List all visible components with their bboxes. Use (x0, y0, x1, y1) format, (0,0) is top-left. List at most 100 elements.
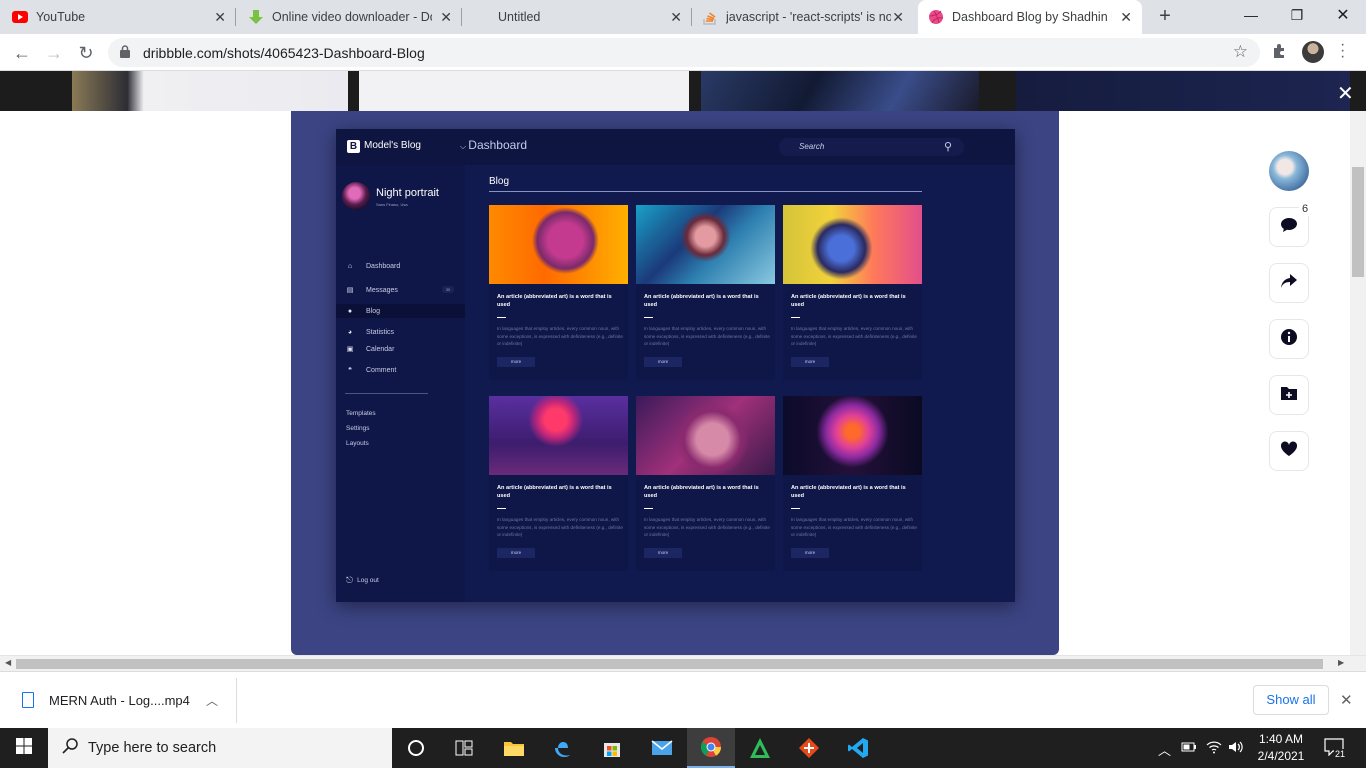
tray-chevron-up-icon[interactable]: ︿ (1158, 740, 1171, 759)
back-button[interactable]: ← (11, 42, 33, 64)
sidebar-item-dashboard[interactable]: ⌂ Dashboard (336, 259, 465, 273)
more-button[interactable]: more (644, 548, 682, 558)
restore-button[interactable]: ❐ (1274, 0, 1320, 30)
share-button[interactable] (1269, 263, 1309, 303)
chrome-icon[interactable] (687, 728, 735, 768)
close-window-button[interactable]: ✕ (1320, 0, 1366, 30)
save-to-collection-button[interactable] (1269, 375, 1309, 415)
share-icon (1280, 273, 1298, 294)
page-viewport: ✕ B Model's Blog ⌵ Dashboard Search ⚲ Ni… (0, 71, 1366, 655)
minimize-button[interactable]: — (1228, 0, 1274, 30)
task-view-icon[interactable] (440, 728, 488, 768)
tab-stackoverflow[interactable]: javascript - 'react-scripts' is not ✕ (702, 0, 914, 34)
vertical-scrollbar[interactable] (1350, 111, 1366, 655)
card-body: In languages that employ articles, every… (497, 517, 623, 537)
store-icon[interactable] (588, 728, 636, 768)
info-button[interactable] (1269, 319, 1309, 359)
message-icon: ▤ (346, 287, 354, 294)
dashboard-mockup: B Model's Blog ⌵ Dashboard Search ⚲ Nigh… (336, 129, 1015, 602)
battery-icon[interactable] (1181, 740, 1197, 755)
git-client-icon[interactable] (785, 728, 833, 768)
card-title: An article (abbreviated art) is a word t… (791, 485, 906, 499)
sidebar-item-blog[interactable]: ● Blog (336, 304, 465, 318)
profile-avatar (342, 182, 370, 210)
tab-youtube[interactable]: YouTube ✕ (12, 0, 236, 34)
card-body: In languages that employ articles, every… (791, 326, 917, 346)
more-button[interactable]: more (644, 357, 682, 367)
close-tab-icon[interactable]: ✕ (214, 9, 226, 26)
close-overlay-icon[interactable]: ✕ (1337, 81, 1354, 106)
tab-dribbble[interactable]: Dashboard Blog by Shadhin la ✕ (918, 0, 1142, 34)
blog-card: An article (abbreviated art) is a word t… (489, 396, 628, 571)
sidebar-item-comment[interactable]: ❝ Comment (336, 363, 465, 377)
blog-card: An article (abbreviated art) is a word t… (783, 205, 922, 380)
vscode-icon[interactable] (834, 728, 882, 768)
chevron-up-icon[interactable]: ︿ (206, 692, 218, 709)
background-shots: ✕ (0, 71, 1366, 111)
forward-button[interactable]: → (43, 42, 65, 64)
scroll-right-arrow-icon[interactable]: ▶ (1338, 658, 1344, 667)
taskbar-search-placeholder: Type here to search (88, 740, 217, 756)
browser-toolbar: ← → ↻ dribbble.com/shots/4065423-Dashboa… (0, 34, 1366, 71)
address-bar[interactable]: dribbble.com/shots/4065423-Dashboard-Blo… (108, 38, 1260, 67)
volume-icon[interactable] (1228, 740, 1244, 757)
new-tab-button[interactable]: + (1155, 5, 1175, 28)
link-templates[interactable]: Templates (346, 410, 376, 417)
menu-icon[interactable]: · · · (1340, 37, 1345, 65)
bookmark-star-icon[interactable]: ☆ (1233, 42, 1248, 62)
tab-untitled[interactable]: Untitled ✕ (474, 0, 692, 34)
dashboard-title[interactable]: ⌵ Dashboard (460, 138, 527, 152)
scrollbar-thumb[interactable] (1352, 167, 1364, 277)
card-image (489, 205, 628, 284)
mail-icon[interactable] (638, 728, 686, 768)
dashboard-search[interactable]: Search ⚲ (779, 138, 964, 156)
start-button[interactable] (0, 728, 48, 768)
scroll-left-arrow-icon[interactable]: ◀ (5, 658, 11, 667)
blog-card: An article (abbreviated art) is a word t… (489, 205, 628, 380)
dashboard-header: B Model's Blog ⌵ Dashboard Search ⚲ (336, 129, 1015, 165)
extensions-icon[interactable] (1271, 43, 1287, 64)
cortana-icon[interactable] (392, 728, 440, 768)
show-all-button[interactable]: Show all (1253, 685, 1329, 715)
close-download-bar-icon[interactable]: ✕ (1340, 691, 1353, 709)
profile-avatar[interactable] (1302, 41, 1324, 63)
logout-button[interactable]: ⎋ Log out (346, 575, 379, 586)
close-tab-icon[interactable]: ✕ (1120, 9, 1132, 26)
close-tab-icon[interactable]: ✕ (892, 9, 904, 26)
card-title: An article (abbreviated art) is a word t… (497, 485, 612, 499)
more-button[interactable]: more (791, 357, 829, 367)
home-icon: ⌂ (347, 262, 353, 270)
more-button[interactable]: more (497, 548, 535, 558)
sidebar-item-messages[interactable]: ▤ Messages 30 (336, 283, 465, 297)
search-placeholder: Search (799, 142, 825, 151)
close-tab-icon[interactable]: ✕ (670, 9, 682, 26)
file-explorer-icon[interactable] (490, 728, 538, 768)
link-settings[interactable]: Settings (346, 425, 370, 432)
edge-icon[interactable] (540, 728, 588, 768)
sidebar-item-label: Messages (366, 286, 398, 294)
horizontal-scrollbar[interactable]: ◀ ▶ (0, 655, 1366, 671)
more-button[interactable]: more (497, 357, 535, 367)
tab-downloader[interactable]: Online video downloader - Do ✕ (248, 0, 462, 34)
like-button[interactable] (1269, 431, 1309, 471)
sidebar-item-calendar[interactable]: ▣ Calendar (336, 342, 465, 356)
profile-location: Sans Finaso, Usa (376, 202, 408, 207)
lock-icon (120, 45, 130, 63)
reload-button[interactable]: ↻ (75, 42, 97, 64)
close-tab-icon[interactable]: ✕ (440, 9, 452, 26)
blog-card: An article (abbreviated art) is a word t… (636, 396, 775, 571)
scrollbar-thumb[interactable] (16, 659, 1323, 669)
link-layouts[interactable]: Layouts (346, 440, 369, 447)
wifi-icon[interactable] (1206, 740, 1222, 757)
logout-label: Log out (357, 577, 379, 584)
search-icon[interactable]: ⚲ (944, 140, 952, 153)
designer-avatar[interactable] (1269, 151, 1309, 191)
download-file-name[interactable]: MERN Auth - Log....mp4 (49, 693, 190, 708)
clock[interactable]: 1:40 AM 2/4/2021 (1252, 731, 1310, 765)
sidebar-item-statistics[interactable]: ◕ Statistics (336, 325, 465, 339)
section-title: Blog (489, 176, 510, 187)
taskbar-search[interactable]: Type here to search (48, 728, 392, 768)
more-button[interactable]: more (791, 548, 829, 558)
app-green-icon[interactable] (736, 728, 784, 768)
tab-title: Online video downloader - Do (272, 10, 432, 24)
